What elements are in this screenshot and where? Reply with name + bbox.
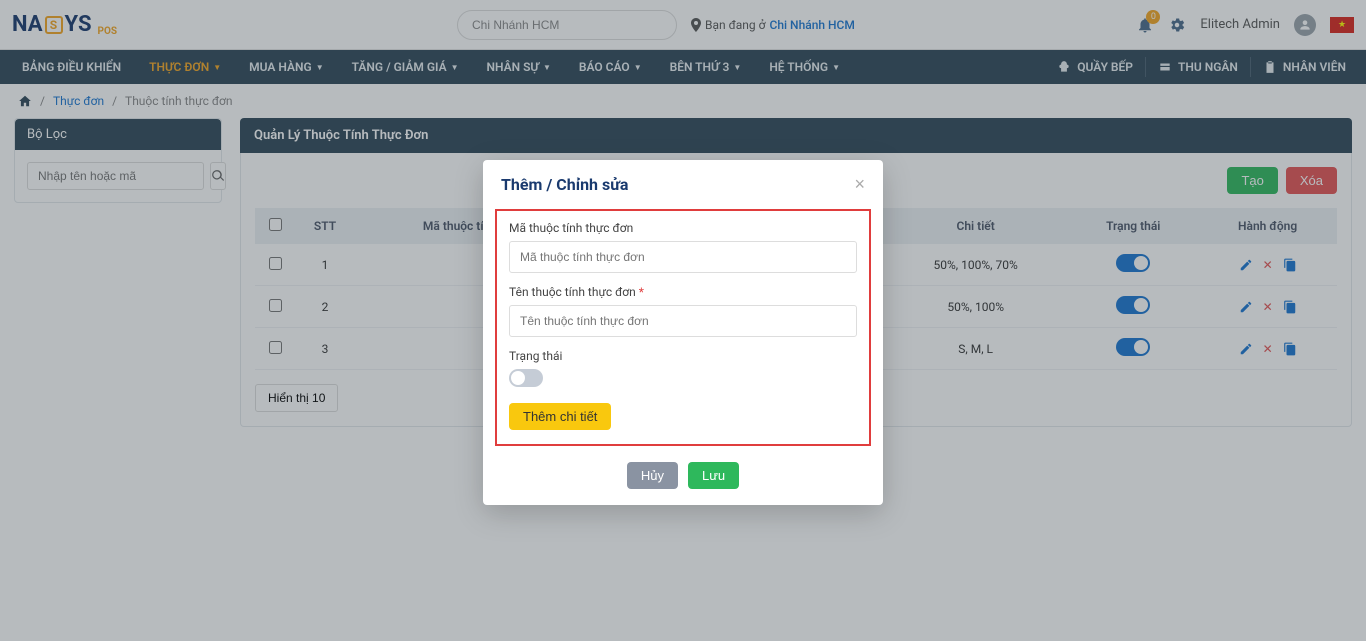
modal-title: Thêm / Chỉnh sửa (501, 175, 628, 194)
label-name: Tên thuộc tính thực đơn * (509, 285, 857, 299)
modal: Thêm / Chỉnh sửa × Mã thuộc tính thực đơ… (483, 160, 883, 505)
label-status: Trạng thái (509, 349, 857, 363)
input-code[interactable] (509, 241, 857, 273)
save-button[interactable]: Lưu (688, 462, 739, 489)
add-detail-button[interactable]: Thêm chi tiết (509, 403, 611, 430)
cancel-button[interactable]: Hủy (627, 462, 678, 489)
input-name[interactable] (509, 305, 857, 337)
label-code: Mã thuộc tính thực đơn (509, 221, 857, 235)
status-toggle[interactable] (509, 369, 543, 387)
modal-overlay: Thêm / Chỉnh sửa × Mã thuộc tính thực đơ… (0, 0, 1366, 641)
modal-close-button[interactable]: × (854, 174, 865, 195)
